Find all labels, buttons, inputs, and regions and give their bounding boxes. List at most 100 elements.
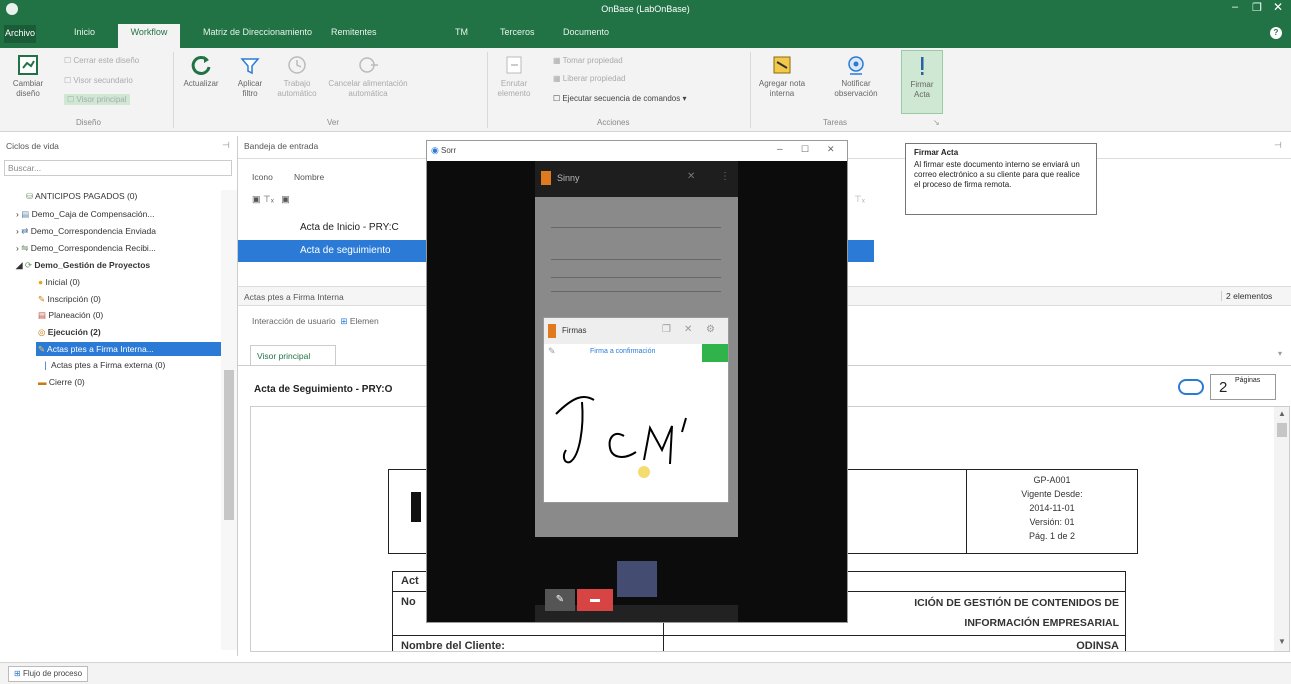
thumbnail-icon[interactable]: [1178, 379, 1204, 395]
tree-item[interactable]: ◎ Ejecución (2): [38, 326, 101, 339]
doc-version: Versión: 01: [1029, 517, 1075, 527]
enrutar-elemento-button[interactable]: Enrutar elemento: [492, 54, 536, 99]
tree-item[interactable]: ▬ Cierre (0): [38, 376, 85, 389]
tree-item[interactable]: ⛁ ANTICIPOS PAGADOS (0): [26, 190, 137, 203]
dialog-titlebar: ◉ Sorr – ☐ ✕: [427, 141, 847, 161]
visor-secundario-button[interactable]: ☐ Visor secundario: [64, 76, 133, 85]
tab-tm[interactable]: TM: [455, 27, 468, 37]
tab-documento[interactable]: Documento: [563, 27, 609, 37]
signature-stroke: [555, 396, 687, 465]
tab-workflow[interactable]: Workflow: [118, 24, 180, 48]
filter-icon: [240, 58, 260, 75]
collapse-icon[interactable]: ▾: [1278, 349, 1282, 358]
queue-icon: ▬: [38, 377, 47, 387]
search-input[interactable]: Buscar...: [4, 160, 232, 176]
inbox-title: Bandeja de entrada: [244, 141, 319, 151]
tooltip-title: Firmar Acta: [914, 148, 959, 157]
tomar-propiedad-button[interactable]: ▦ Tomar propiedad: [553, 56, 623, 65]
refresh-icon: [191, 55, 211, 75]
tab-terceros[interactable]: Terceros: [500, 27, 535, 37]
tree-item[interactable]: › ▤ Demo_Caja de Compensación...: [16, 208, 154, 221]
dialog-minimize[interactable]: –: [777, 144, 783, 155]
lifecycle-panel: Ciclos de vida ⊣ Buscar... ⛁ ANTICIPOS P…: [0, 136, 238, 656]
cancelar-alimentacion-button[interactable]: Cancelar alimentación automática: [328, 54, 408, 99]
tab-visor-principal[interactable]: Visor principal: [250, 345, 336, 365]
tree-item[interactable]: › ⇋ Demo_Correspondencia Recibi...: [16, 242, 156, 255]
group-launcher-icon[interactable]: ↘: [933, 118, 940, 127]
pad-subtitle-bar: ✎ Firma a confirmación: [544, 344, 728, 362]
doc-fecha: 2014-11-01: [1029, 503, 1075, 513]
trabajo-automatico-button[interactable]: Trabajo automático: [272, 54, 322, 99]
pad-confirm-button[interactable]: [702, 344, 728, 362]
app-title: Sinny: [557, 173, 580, 183]
clock-icon: [288, 56, 306, 74]
pad-settings-icon[interactable]: ⚙: [706, 324, 715, 335]
viewer-scrollbar[interactable]: ▲ ▼: [1274, 407, 1289, 651]
queue-icon: ◎: [38, 327, 46, 337]
pad-pen-icon: ✎: [548, 346, 556, 356]
tab-remitentes[interactable]: Remitentes: [331, 27, 377, 37]
pages-label: Páginas: [1235, 377, 1261, 384]
group-ver-label: Ver: [327, 118, 340, 127]
pen-button[interactable]: ✎: [545, 589, 575, 611]
aplicar-filtro-button[interactable]: Aplicar filtro: [230, 54, 270, 99]
tree-item[interactable]: ❘ Actas ptes a Firma externa (0): [42, 359, 165, 372]
tree-item[interactable]: ● Inicial (0): [38, 276, 80, 289]
firmar-acta-button[interactable]: Firmar Acta: [901, 50, 943, 114]
tree-item[interactable]: ✎ Inscripción (0): [38, 293, 101, 306]
signature-pad[interactable]: Firmas ❐ ✕ ⚙ ✎ Firma a confirmación: [543, 317, 729, 503]
app-close-icon[interactable]: ✕: [687, 171, 695, 182]
menu-bar: Archivo Inicio Workflow Matriz de Direcc…: [0, 20, 1291, 48]
touch-pointer-icon: [638, 466, 650, 478]
app-menu-icon[interactable]: ⋮: [720, 171, 730, 182]
agregar-nota-button[interactable]: Agregar nota interna: [754, 54, 810, 99]
queue-icon: ✎: [38, 344, 46, 354]
group-tareas-label: Tareas: [823, 118, 848, 127]
dialog-icon: ◉: [431, 145, 439, 155]
doc-solucion-1: ICIÓN DE GESTIÓN DE CONTENIDOS DE: [914, 597, 1119, 609]
status-bar: ⊞ Flujo de proceso: [0, 662, 1291, 684]
window-title: OnBase (LabOnBase): [601, 4, 690, 14]
pad-copy-icon[interactable]: ❐: [662, 324, 671, 335]
phone-screen: Sinny ✕ ⋮ ✎ ▬ Firmas ❐ ✕ ⚙ ✎ Firma a con…: [427, 161, 847, 622]
sign-icon: [921, 57, 924, 75]
doc-cell-no: No: [401, 596, 416, 608]
erase-button[interactable]: ▬: [577, 589, 613, 611]
liberar-propiedad-button[interactable]: ▦ Liberar propiedad: [553, 74, 626, 83]
tree-scrollbar[interactable]: [221, 190, 237, 650]
tab-inicio[interactable]: Inicio: [74, 27, 95, 37]
tree-item[interactable]: ▤ Planeación (0): [38, 309, 103, 322]
help-icon[interactable]: ?: [1270, 27, 1282, 39]
note-icon: [773, 56, 791, 74]
cancel-feed-icon: [359, 57, 378, 73]
pad-logo-icon: [548, 324, 556, 338]
dialog-close[interactable]: ✕: [827, 144, 835, 155]
cerrar-diseno-button[interactable]: ☐ Cerrar este diseño: [64, 56, 139, 65]
pin-icon[interactable]: ⊣: [1274, 140, 1282, 151]
scroll-thumb[interactable]: [224, 370, 234, 520]
doc-cell-act: Act: [401, 575, 419, 587]
tree-item[interactable]: ◢ ⟳ Demo_Gestión de Proyectos: [16, 259, 150, 272]
restore-button[interactable]: ❐: [1252, 1, 1262, 14]
minimize-button[interactable]: –: [1232, 1, 1238, 13]
tree-item-selected[interactable]: ✎ Actas ptes a Firma Interna...: [36, 342, 221, 356]
col-icono[interactable]: Icono: [252, 172, 273, 182]
scroll-thumb[interactable]: [1277, 423, 1287, 437]
cambiar-diseno-button[interactable]: Cambiar diseño: [4, 54, 52, 99]
pin-icon[interactable]: ⊣: [222, 140, 230, 151]
notificar-observacion-button[interactable]: Notificar observación: [826, 54, 886, 99]
tab-archivo[interactable]: Archivo: [4, 25, 36, 43]
close-button[interactable]: ✕: [1273, 0, 1283, 14]
col-nombre[interactable]: Nombre: [294, 172, 324, 182]
ejecutar-secuencia-button[interactable]: ☐ Ejecutar secuencia de comandos ▾: [553, 94, 687, 103]
dialog-maximize[interactable]: ☐: [801, 144, 809, 155]
firmar-acta-tooltip: Firmar Acta Al firmar este documento int…: [905, 143, 1097, 215]
filter-icon[interactable]: ⊤ₓ: [854, 194, 865, 205]
visor-principal-button[interactable]: ☐ Visor principal: [64, 94, 130, 105]
doc-code: GP-A001: [1033, 475, 1071, 485]
actualizar-button[interactable]: Actualizar: [176, 54, 226, 89]
pad-close-icon[interactable]: ✕: [684, 324, 692, 335]
tree-item[interactable]: › ⇄ Demo_Correspondencia Enviada: [16, 225, 156, 238]
tab-matriz[interactable]: Matriz de Direccionamiento: [203, 27, 312, 37]
flujo-proceso-button[interactable]: ⊞ Flujo de proceso: [8, 666, 89, 682]
